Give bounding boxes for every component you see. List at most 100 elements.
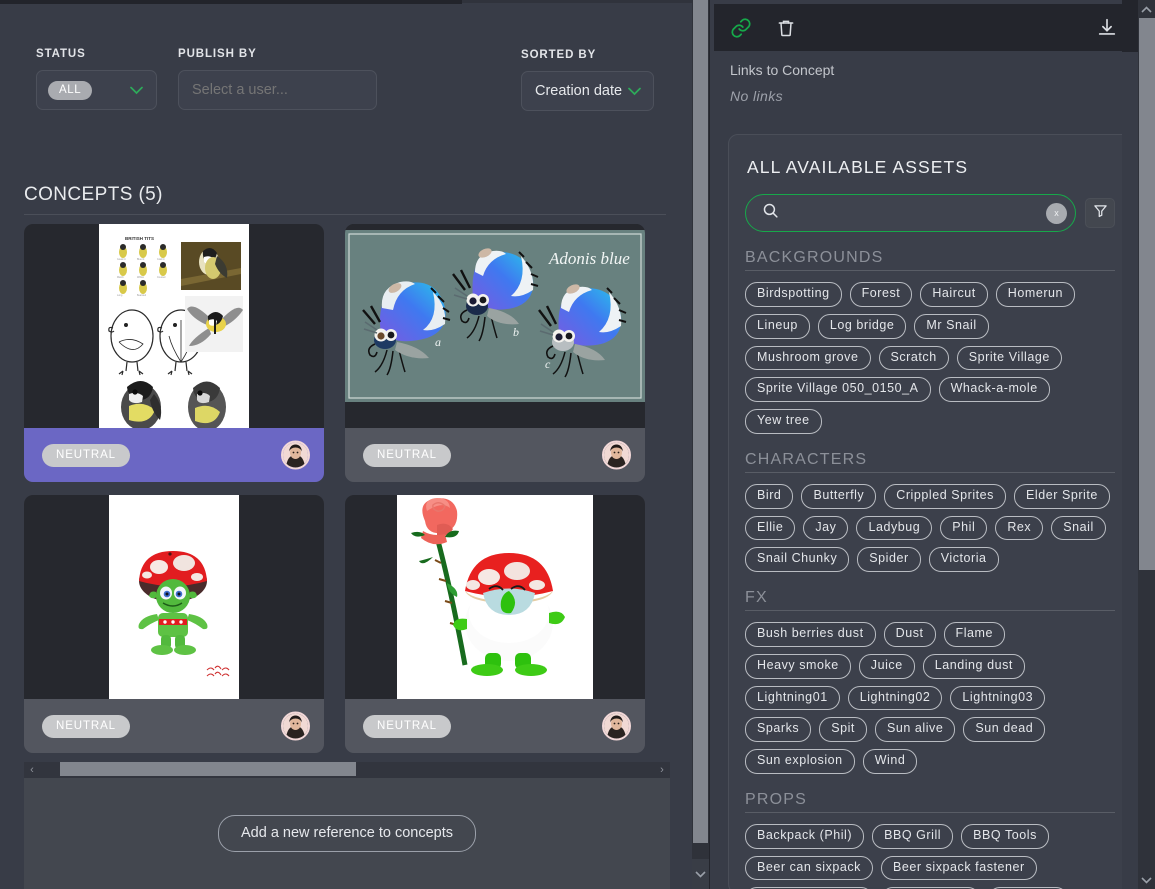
asset-tag[interactable]: Ellie [745,515,796,541]
asset-tag[interactable]: Snail [1051,515,1106,541]
assets-search-row: x [745,194,1115,232]
concept-card[interactable]: BRITISH TITS Great tit Blue tit Coal tit… [24,224,324,482]
sorted-by-select[interactable]: Creation date [521,71,654,111]
asset-tag[interactable]: Bush berries dust [745,622,876,647]
link-icon[interactable] [730,17,752,39]
left-scroll-thumb[interactable] [693,0,708,843]
asset-tag[interactable]: Victoria [928,547,999,572]
asset-tag[interactable]: Ladybug [856,515,933,541]
asset-tag[interactable]: Sparks [745,717,812,742]
search-box[interactable]: x [745,194,1076,232]
top-divider [0,0,462,4]
asset-tag[interactable]: Mr Snail [914,313,989,339]
publish-by-field[interactable] [178,70,377,110]
download-icon[interactable] [1096,17,1118,39]
app-root: STATUS ALL PUBLISH BY SORTED BY Creation… [0,0,1155,889]
asset-tag[interactable]: BBQ Tools [961,823,1049,849]
publish-by-input[interactable] [192,82,362,98]
svg-text:Adonis blue: Adonis blue [548,249,630,268]
asset-tag[interactable]: Sun dead [963,717,1046,742]
asset-tag[interactable]: Snail Chunky [745,547,850,572]
clear-search-button[interactable]: x [1046,202,1067,224]
asset-tag[interactable]: Juice [858,653,915,679]
asset-tag[interactable]: Lightning02 [847,685,943,711]
h-scroll-thumb[interactable] [60,762,356,776]
filter-button[interactable] [1085,198,1115,228]
sorted-by-label: SORTED BY [521,49,597,61]
status-value-pill: ALL [48,80,93,100]
right-scroll-thumb[interactable] [1139,18,1155,570]
asset-tag[interactable]: Sun explosion [745,749,855,774]
asset-tag[interactable]: Yew tree [745,409,822,434]
right-vertical-scrollbar[interactable] [1138,0,1155,889]
add-reference-button[interactable]: Add a new reference to concepts [218,815,476,852]
asset-tag[interactable]: Spit [819,717,867,742]
avatar[interactable] [602,440,631,470]
asset-tag[interactable]: Bird [745,483,794,509]
chevron-left-icon[interactable]: ‹ [24,762,40,778]
concept-thumbnail[interactable] [345,495,645,699]
avatar[interactable] [602,711,631,741]
asset-tag[interactable]: Landing dust [922,653,1025,679]
asset-tag[interactable]: Wind [862,749,918,774]
asset-tag[interactable]: Jay [803,515,849,541]
svg-text:Marsh: Marsh [117,276,124,279]
chevron-down-icon[interactable] [692,859,709,889]
asset-tag[interactable]: Lineup [745,313,810,339]
asset-tag[interactable]: Heavy smoke [745,653,851,679]
horizontal-scrollbar[interactable]: ‹ › [24,762,670,778]
asset-tag[interactable]: Lightning03 [950,685,1046,711]
asset-tag[interactable]: Scratch [878,345,949,371]
inspector-panel: Links to Concept No links ALL AVAILABLE … [710,0,1155,889]
concept-thumbnail[interactable] [24,495,324,699]
trash-icon[interactable] [776,17,796,39]
search-input[interactable] [789,205,1046,221]
asset-tag[interactable]: Sprite Village 050_0150_A [745,377,931,402]
asset-tag[interactable]: Lightning01 [745,685,840,711]
asset-tag[interactable]: Rex [995,515,1044,541]
asset-tag[interactable]: Forest [849,282,913,307]
concept-card[interactable]: a b c Adonis blue NEUTRAL [345,224,645,482]
panel-right-fill [1122,52,1138,889]
asset-tag[interactable]: Sprite Village [956,345,1062,371]
asset-tag[interactable]: Mushroom grove [745,345,871,371]
asset-tag[interactable]: Haircut [920,282,988,307]
concept-thumbnail[interactable]: a b c Adonis blue [345,224,645,428]
sorted-by-value: Creation date [535,83,623,99]
concept-card[interactable]: NEUTRAL [24,495,324,753]
asset-section: PROPS Backpack (Phil) BBQ Grill BBQ Tools Be… [745,791,1115,889]
asset-tag[interactable]: Backpack (Phil) [745,823,865,849]
asset-tag[interactable]: Spider [857,547,921,572]
chevron-down-icon[interactable] [1138,871,1155,889]
asset-tag[interactable]: BBQ Grill [872,823,954,849]
asset-section: FX Bush berries dust Dust Flame Heavy smoke J… [745,589,1115,774]
status-select[interactable]: ALL [36,70,157,110]
asset-tag[interactable]: Elder Sprite [1013,483,1110,509]
asset-tag-list: Backpack (Phil) BBQ Grill BBQ Tools Beer ca… [745,823,1115,889]
asset-tag[interactable]: Whack-a-mole [938,377,1050,402]
asset-tag[interactable]: Crippled Sprites [884,483,1006,509]
asset-tag[interactable]: Homerun [995,282,1076,307]
asset-tag[interactable]: Beer can sixpack [745,855,873,881]
concept-card[interactable]: NEUTRAL [345,495,645,753]
asset-tag[interactable]: Birdspotting [745,282,842,307]
avatar[interactable] [281,440,310,470]
avatar[interactable] [281,711,310,741]
asset-tag[interactable]: Flame [943,622,1006,647]
h-scroll-track[interactable] [40,762,654,778]
asset-tag[interactable]: Beer sixpack fastener [880,855,1037,881]
asset-tag[interactable]: Log bridge [817,313,907,339]
asset-tag[interactable]: Butterfly [801,483,877,509]
concept-thumbnail[interactable]: BRITISH TITS Great tit Blue tit Coal tit… [24,224,324,428]
asset-tag[interactable]: Dust [883,622,936,647]
chevron-right-icon[interactable]: › [654,762,670,778]
section-divider [745,811,1115,813]
status-label: STATUS [36,48,86,60]
chevron-up-icon[interactable] [1138,0,1155,18]
left-vertical-scrollbar[interactable] [692,0,709,889]
svg-text:a: a [435,335,441,349]
reference-drop-zone[interactable]: Add a new reference to concepts [24,778,670,889]
asset-tag[interactable]: Sun alive [874,717,956,742]
status-badge: NEUTRAL [363,443,451,467]
asset-tag[interactable]: Phil [940,515,988,541]
